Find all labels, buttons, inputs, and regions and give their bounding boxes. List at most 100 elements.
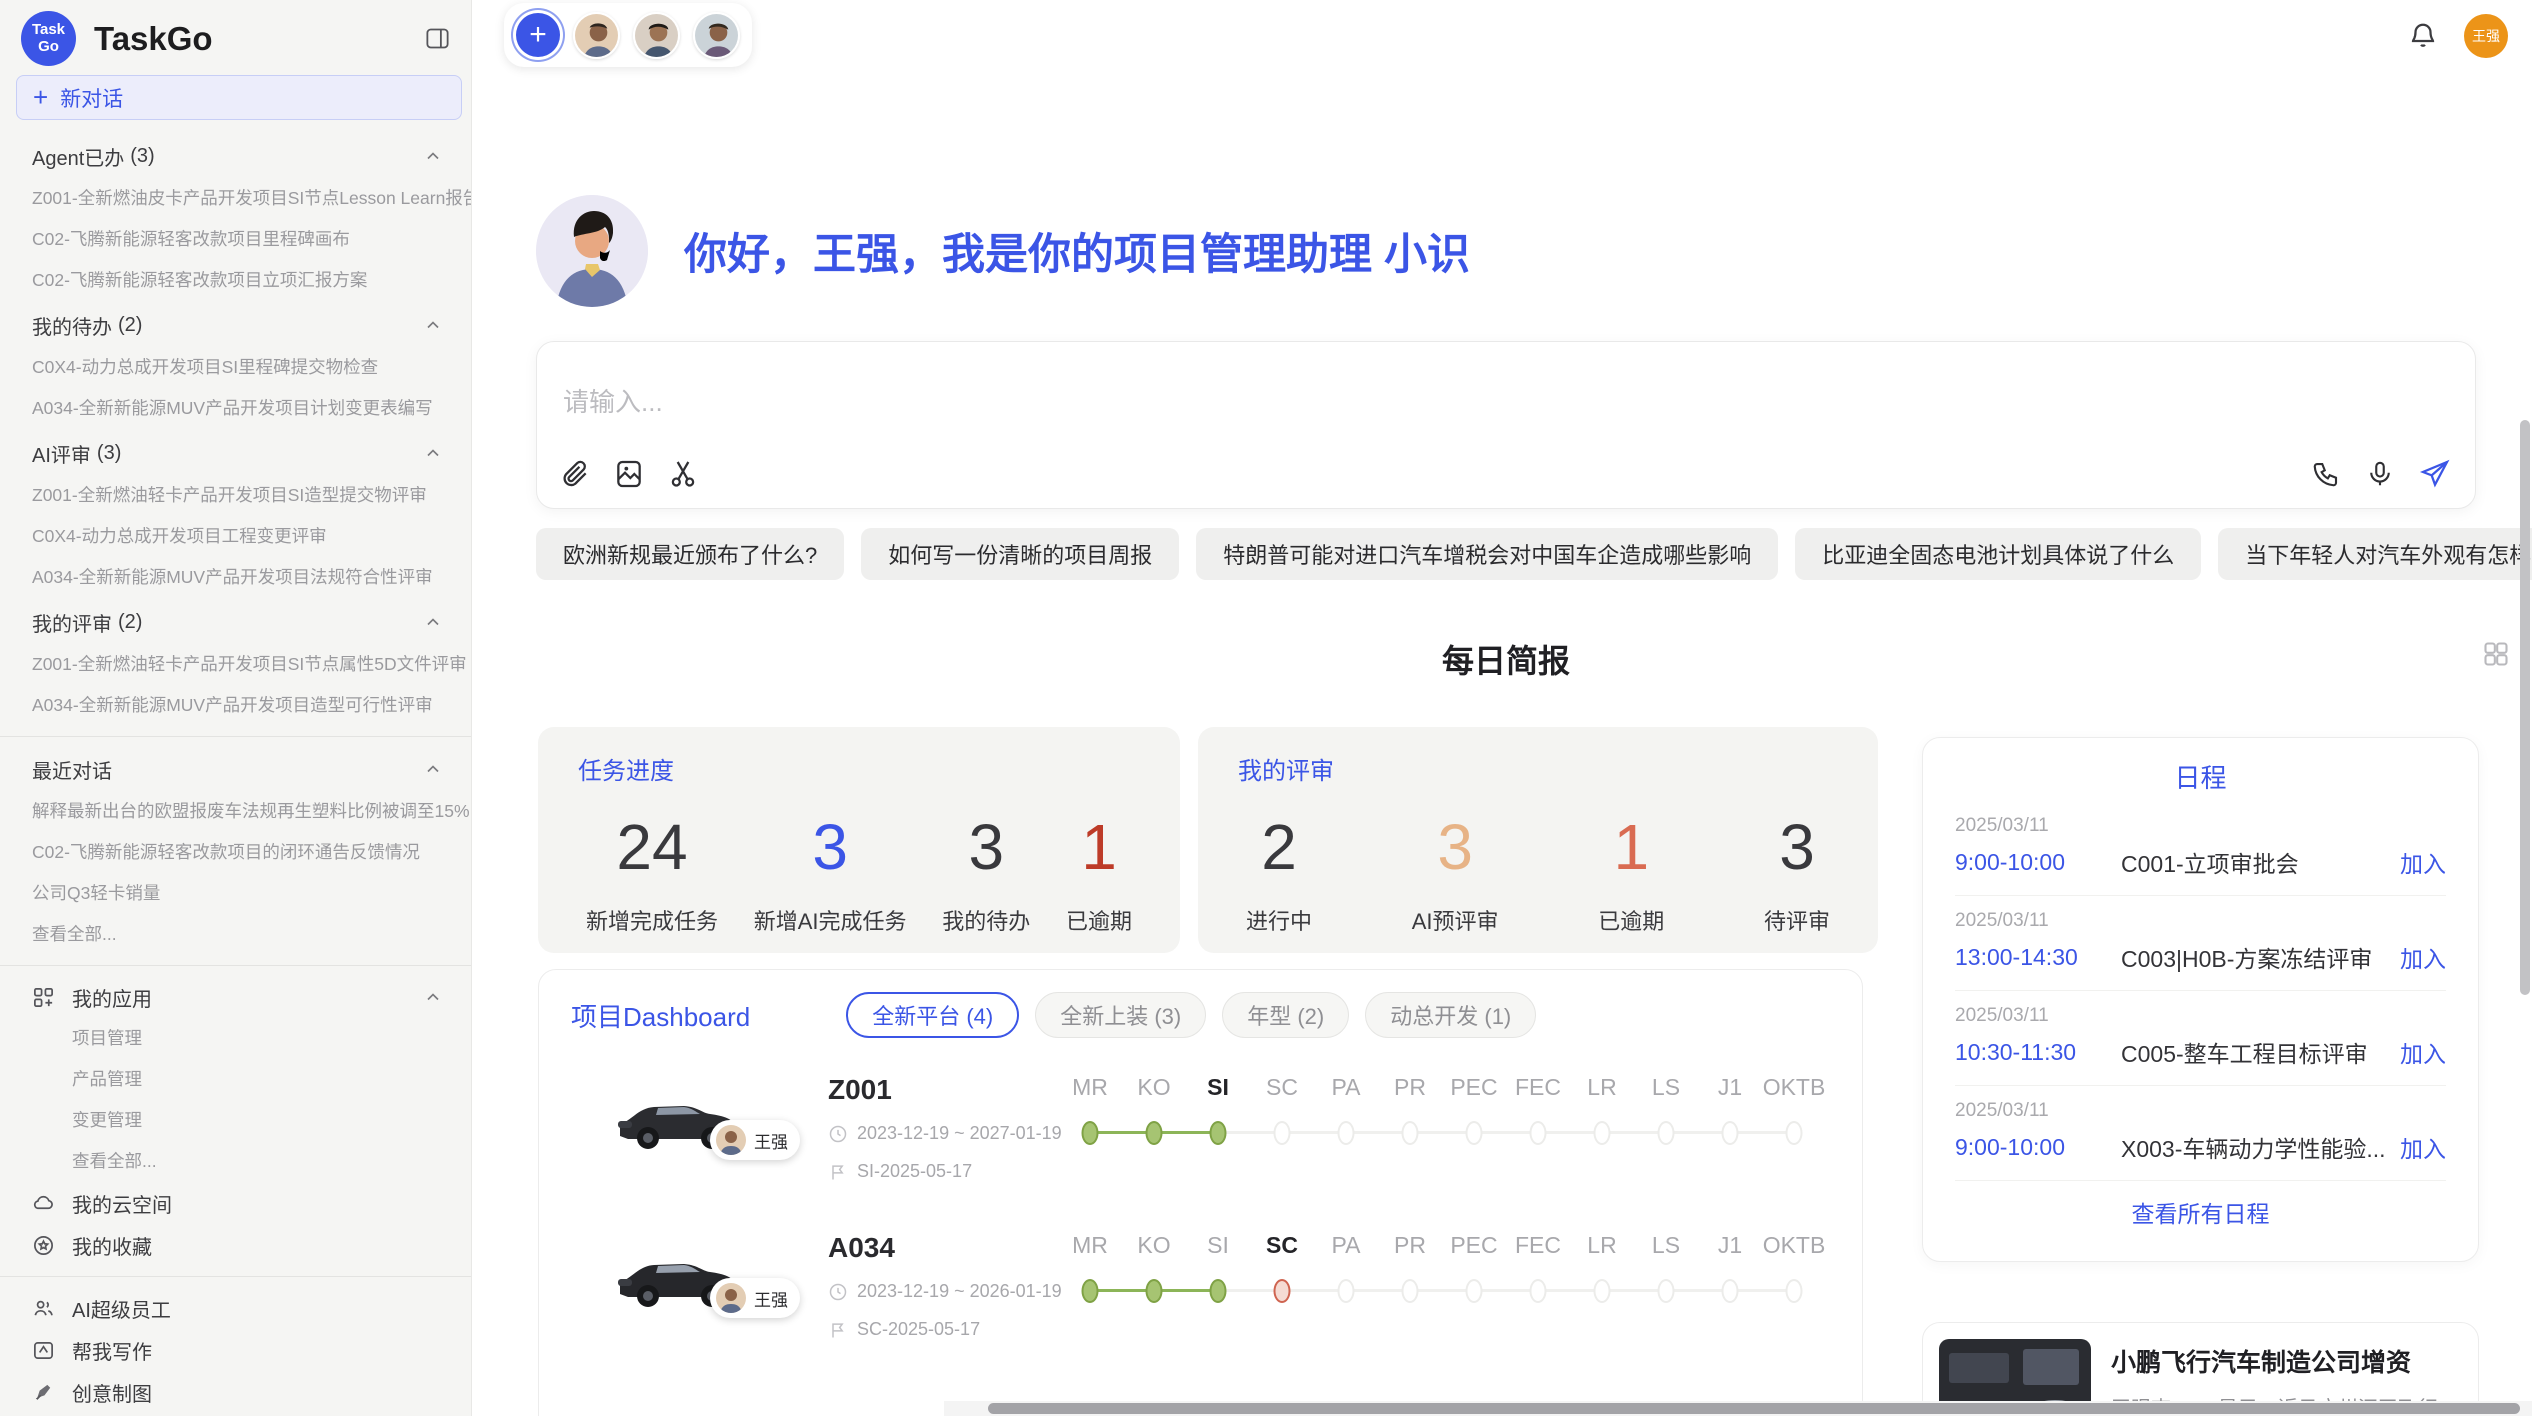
recent-conversation-item[interactable]: 解释最新出台的欧盟报废车法规再生塑料比例被调至15%... (0, 791, 471, 832)
conversation-item[interactable]: A034-全新新能源MUV产品开发项目造型可行性评审 (0, 685, 471, 726)
dashboard-tab[interactable]: 全新平台 (4) (846, 992, 1019, 1038)
milestone: J1 (1698, 1074, 1762, 1156)
sidebar-section-recent[interactable]: 最近对话 (0, 747, 471, 791)
suggestion-chip[interactable]: 特朗普可能对进口汽车增税会对中国车企造成哪些影响 (1196, 528, 1778, 580)
conversation-item[interactable]: Z001-全新燃油皮卡产品开发项目SI节点Lesson Learn报告 (0, 178, 471, 219)
section-count: (2) (118, 314, 142, 337)
app-sub-item[interactable]: 变更管理 (0, 1100, 471, 1141)
conversation-item[interactable]: Z001-全新燃油轻卡产品开发项目SI造型提交物评审 (0, 475, 471, 516)
session-avatar[interactable] (633, 12, 680, 59)
sidebar-item-label: 创意制图 (72, 1378, 152, 1407)
scissors-icon[interactable] (667, 458, 699, 490)
cloud-icon (32, 1192, 55, 1215)
conversation-item[interactable]: C02-飞腾新能源轻客改款项目立项汇报方案 (0, 260, 471, 301)
milestone-dot (1338, 1121, 1355, 1145)
divider (0, 965, 471, 966)
stat-label: 待评审 (1764, 904, 1830, 936)
mic-icon[interactable] (2365, 459, 2395, 489)
join-link[interactable]: 加入 (2400, 845, 2446, 879)
recent-conversation-item[interactable]: 公司Q3轻卡销量 (0, 873, 471, 914)
project-code: A034 (828, 1232, 1058, 1264)
app-sub-item[interactable]: 项目管理 (0, 1018, 471, 1059)
app-sub-item[interactable]: 查看全部... (0, 1141, 471, 1182)
project-milestone-date: SC-2025-05-17 (857, 1319, 980, 1340)
stat: 1 已逾期 (1598, 804, 1664, 936)
sidebar-item-ai-super-staff[interactable]: AI超级员工 (0, 1287, 471, 1329)
image-icon[interactable] (613, 458, 645, 490)
sidebar-item-cloud-space[interactable]: 我的云空间 (0, 1182, 471, 1224)
project-row-z001[interactable]: 王强 Z001 2023-12-19 ~ 2027-01-19 SI-2025-… (539, 1072, 1862, 1202)
milestone-label: PEC (1442, 1074, 1506, 1110)
bell-icon[interactable] (2408, 21, 2438, 51)
stat-value: 3 (754, 804, 907, 890)
milestone-dot (1466, 1279, 1483, 1303)
conversation-item[interactable]: A034-全新新能源MUV产品开发项目法规符合性评审 (0, 557, 471, 598)
dashboard-tab[interactable]: 动总开发 (1) (1365, 992, 1536, 1038)
vertical-scrollbar-thumb[interactable] (2520, 420, 2530, 995)
sidebar-section-ai-review[interactable]: AI评审 (3) (0, 431, 471, 475)
suggestion-chip[interactable]: 当下年轻人对汽车外观有怎样的喜好趋势 (2218, 528, 2532, 580)
milestone-dot (1786, 1279, 1803, 1303)
milestone: SI (1186, 1232, 1250, 1314)
user-avatar[interactable]: 王强 (2464, 14, 2508, 58)
send-icon[interactable] (2419, 458, 2451, 490)
conversation-item[interactable]: C0X4-动力总成开发项目工程变更评审 (0, 516, 471, 557)
sidebar-item-help-me-write[interactable]: 帮我写作 (0, 1329, 471, 1371)
flag-icon (828, 1162, 848, 1182)
milestone-dot (1658, 1279, 1675, 1303)
sidebar-item-favorites[interactable]: 我的收藏 (0, 1224, 471, 1266)
conversation-item[interactable]: A034-全新新能源MUV产品开发项目计划变更表编写 (0, 388, 471, 429)
recent-conversation-item[interactable]: C02-飞腾新能源轻客改款项目的闭环通告反馈情况 (0, 832, 471, 873)
conversation-item[interactable]: C0X4-动力总成开发项目SI里程碑提交物检查 (0, 347, 471, 388)
sidebar-section-my-todo[interactable]: 我的待办 (2) (0, 303, 471, 347)
sidebar-section-my-review[interactable]: 我的评审 (2) (0, 600, 471, 644)
stat-label: 新增AI完成任务 (754, 904, 907, 936)
milestone-label: J1 (1698, 1074, 1762, 1110)
stat-value: 3 (1412, 804, 1499, 890)
sidebar-section-agent-done[interactable]: Agent已办 (3) (0, 134, 471, 178)
suggestion-chip[interactable]: 欧洲新规最近颁布了什么? (536, 528, 844, 580)
join-link[interactable]: 加入 (2400, 1130, 2446, 1164)
sidebar-item-label: 我的收藏 (72, 1231, 152, 1260)
paperclip-icon[interactable] (559, 458, 591, 490)
join-link[interactable]: 加入 (2400, 1035, 2446, 1069)
sidebar-item-creative-drawing[interactable]: 创意制图 (0, 1371, 471, 1413)
session-avatar[interactable] (693, 12, 740, 59)
project-row-a034[interactable]: 王强 A034 2023-12-19 ~ 2026-01-19 SC-2025-… (539, 1230, 1862, 1360)
add-session-button[interactable]: + (516, 13, 560, 57)
chat-input-box[interactable]: 请输入... (536, 341, 2476, 509)
sidebar-item-my-apps[interactable]: 我的应用 (0, 976, 471, 1018)
schedule-title: 日程 (1955, 758, 2446, 795)
view-all-schedule-link[interactable]: 查看所有日程 (1955, 1181, 2446, 1229)
milestone-dot (1210, 1121, 1227, 1145)
phone-icon[interactable] (2311, 459, 2341, 489)
milestone-dot (1594, 1279, 1611, 1303)
recent-conversation-item[interactable]: 查看全部... (0, 914, 471, 955)
dashboard-tab[interactable]: 年型 (2) (1222, 992, 1349, 1038)
join-link[interactable]: 加入 (2400, 940, 2446, 974)
milestone-dot (1146, 1279, 1163, 1303)
new-chat-button[interactable]: + 新对话 (16, 75, 462, 120)
layout-grid-icon[interactable] (2482, 640, 2510, 668)
app-sub-item[interactable]: 产品管理 (0, 1059, 471, 1100)
suggestion-chip[interactable]: 如何写一份清晰的项目周报 (861, 528, 1179, 580)
schedule-time: 9:00-10:00 (1955, 849, 2105, 876)
project-dates: 2023-12-19 ~ 2026-01-19 (828, 1281, 1058, 1302)
conversation-item[interactable]: C02-飞腾新能源轻客改款项目里程碑画布 (0, 219, 471, 260)
section-count: (3) (130, 145, 154, 168)
milestone-dot (1082, 1121, 1099, 1145)
conversation-item[interactable]: Z001-全新燃油轻卡产品开发项目SI节点属性5D文件评审 (0, 644, 471, 685)
suggestion-chip[interactable]: 比亚迪全固态电池计划具体说了什么 (1795, 528, 2201, 580)
clock-icon (828, 1124, 848, 1144)
new-chat-label: 新对话 (60, 83, 123, 113)
project-info: Z001 2023-12-19 ~ 2027-01-19 SI-2025-05-… (828, 1072, 1058, 1182)
milestone-dot (1466, 1121, 1483, 1145)
dashboard-tab[interactable]: 全新上装 (3) (1035, 992, 1206, 1038)
milestone-dot (1274, 1121, 1291, 1145)
milestone-label: SC (1250, 1074, 1314, 1110)
panel-collapse-icon[interactable] (424, 25, 451, 52)
divider (0, 1276, 471, 1277)
news-title: 小鹏飞行汽车制造公司增资 (2111, 1343, 2462, 1379)
horizontal-scrollbar-thumb[interactable] (988, 1403, 2520, 1414)
session-avatar[interactable] (573, 12, 620, 59)
